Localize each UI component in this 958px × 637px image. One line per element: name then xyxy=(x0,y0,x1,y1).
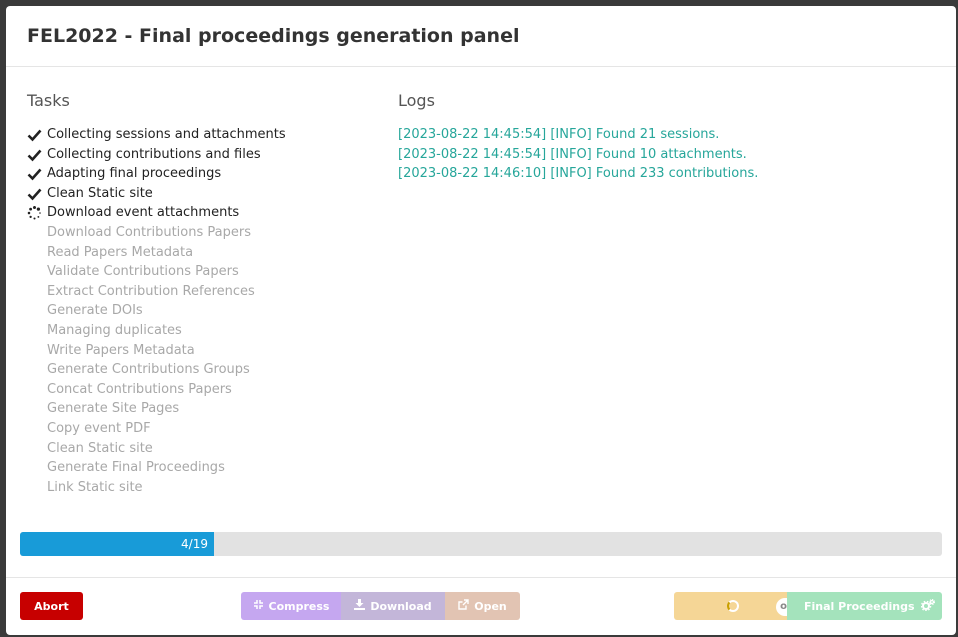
task-label: Concat Contributions Papers xyxy=(47,381,232,397)
compress-button[interactable]: Compress xyxy=(241,592,341,620)
open-label: Open xyxy=(474,599,507,613)
task-label: Validate Contributions Papers xyxy=(47,264,239,280)
check-icon xyxy=(27,148,42,162)
progress-text: 4/19 xyxy=(181,537,208,551)
task-list: Collecting sessions and attachments Colle… xyxy=(27,125,286,497)
task-item: Validate Contributions Papers xyxy=(27,262,286,282)
task-item: Link Static site xyxy=(27,478,286,498)
task-label: Collecting contributions and files xyxy=(47,146,261,162)
task-label: Managing duplicates xyxy=(47,322,182,338)
modal-header: FEL2022 - Final proceedings generation p… xyxy=(6,6,956,67)
task-label: Download event attachments xyxy=(47,205,240,221)
open-button[interactable]: Open xyxy=(445,592,520,620)
task-label: Extract Contribution References xyxy=(47,283,255,299)
task-label: Link Static site xyxy=(47,479,143,495)
task-item: Generate DOIs xyxy=(27,301,286,321)
task-item: Clean Static site xyxy=(27,439,286,459)
check-icon xyxy=(27,128,42,142)
task-item: Read Papers Metadata xyxy=(27,243,286,263)
task-item: Clean Static site xyxy=(27,184,286,204)
task-item: Collecting sessions and attachments xyxy=(27,125,286,145)
final-proceedings-button[interactable]: Final Proceedings xyxy=(787,592,942,620)
tasks-heading: Tasks xyxy=(27,91,70,110)
abort-label: Abort xyxy=(34,599,69,613)
task-item: Download Contributions Papers xyxy=(27,223,286,243)
spinner-icon xyxy=(727,600,739,612)
task-label: Copy event PDF xyxy=(47,420,151,436)
external-link-icon xyxy=(458,599,469,613)
final-proceedings-label: Final Proceedings xyxy=(804,599,915,613)
progress-bar: 4/19 xyxy=(20,532,942,556)
task-item: Copy event PDF xyxy=(27,419,286,439)
task-label: Generate Contributions Groups xyxy=(47,362,250,378)
task-label: Collecting sessions and attachments xyxy=(47,127,286,142)
log-line: [2023-08-22 14:46:10] [INFO] Found 233 c… xyxy=(398,166,759,182)
task-label: Clean Static site xyxy=(47,440,153,456)
progress-fill: 4/19 xyxy=(20,532,214,556)
task-label: Generate Final Proceedings xyxy=(47,460,225,476)
log-line: [2023-08-22 14:45:54] [INFO] Found 21 se… xyxy=(398,127,720,142)
logs-heading: Logs xyxy=(398,91,435,110)
proceedings-modal: FEL2022 - Final proceedings generation p… xyxy=(6,6,956,635)
task-label: Clean Static site xyxy=(47,185,153,201)
task-item: Generate Contributions Groups xyxy=(27,360,286,380)
spinner-dots-icon xyxy=(27,206,42,220)
task-label: Write Papers Metadata xyxy=(47,342,195,358)
log-line: [2023-08-22 14:45:54] [INFO] Found 10 at… xyxy=(398,146,747,162)
task-item: Generate Site Pages xyxy=(27,399,286,419)
cogs-icon xyxy=(920,598,936,614)
modal-footer: Abort Compress Download Open or Final Pr… xyxy=(6,577,956,635)
task-label: Read Papers Metadata xyxy=(47,244,194,260)
abort-button[interactable]: Abort xyxy=(20,592,83,620)
download-label: Download xyxy=(370,599,432,613)
task-item: Managing duplicates xyxy=(27,321,286,341)
check-icon xyxy=(27,167,42,181)
task-label: Download Contributions Papers xyxy=(47,224,251,240)
check-icon xyxy=(27,187,42,201)
compress-icon xyxy=(253,599,264,613)
task-item: Collecting contributions and files xyxy=(27,145,286,165)
processing-button[interactable] xyxy=(674,592,792,620)
task-label: Adapting final proceedings xyxy=(47,166,222,182)
task-label: Generate Site Pages xyxy=(47,401,180,417)
task-item: Extract Contribution References xyxy=(27,282,286,302)
task-label: Generate DOIs xyxy=(47,303,143,319)
task-item: Write Papers Metadata xyxy=(27,341,286,361)
task-item: Concat Contributions Papers xyxy=(27,380,286,400)
log-list: [2023-08-22 14:45:54] [INFO] Found 21 se… xyxy=(398,125,758,184)
download-icon xyxy=(354,599,366,613)
task-item: Adapting final proceedings xyxy=(27,164,286,184)
task-item: Download event attachments xyxy=(27,203,286,223)
compress-label: Compress xyxy=(268,599,330,613)
modal-title: FEL2022 - Final proceedings generation p… xyxy=(27,25,520,47)
download-button[interactable]: Download xyxy=(341,592,445,620)
task-item: Generate Final Proceedings xyxy=(27,458,286,478)
